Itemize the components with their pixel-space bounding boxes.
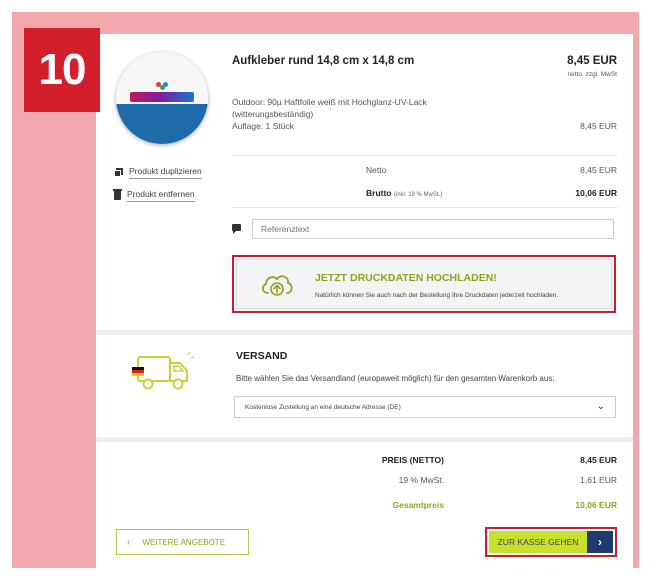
duplicate-product-link[interactable]: Produkt duplizieren — [114, 166, 202, 179]
section-separator — [96, 437, 633, 442]
netto-label: Netto — [366, 165, 387, 175]
trash-icon — [113, 189, 122, 200]
product-description: Outdoor: 90µ Haftfolie weiß mit Hochglan… — [232, 96, 492, 132]
quantity-line: Auflage: 1 Stück — [232, 121, 294, 131]
netto-value: 8,45 EUR — [580, 165, 617, 175]
remove-product-link[interactable]: Produkt entfernen — [113, 189, 195, 202]
shipping-country-select[interactable]: Kostenlose Zustellung an eine deutsche A… — [234, 396, 616, 418]
divider — [232, 207, 617, 208]
brutto-label-row: Brutto (inkl. 19 % MwSt.) — [366, 188, 442, 198]
shipping-text: Bitte wählen Sie das Versandland (europa… — [236, 374, 555, 383]
product-title: Aufkleber rund 14,8 cm x 14,8 cm — [232, 55, 415, 67]
cart-panel: Aufkleber rund 14,8 cm x 14,8 cm 8,45 EU… — [96, 34, 633, 572]
chevron-down-icon: ⌄ — [596, 401, 605, 412]
price-note: netto, zzgl. MwSt — [567, 71, 618, 78]
upload-title: JETZT DRUCKDATEN HOCHLADEN! — [315, 272, 497, 284]
upload-inner: JETZT DRUCKDATEN HOCHLADEN! Natürlich kö… — [236, 259, 612, 309]
comment-icon — [232, 224, 241, 234]
more-offers-label: WEITERE ANGEBOTE — [142, 537, 226, 547]
brutto-value: 10,06 EUR — [575, 188, 617, 198]
vat-value: 1,61 EUR — [580, 475, 617, 485]
product-image — [116, 52, 208, 144]
vat-label: 19 % MwSt. — [398, 475, 444, 485]
brutto-note: (inkl. 19 % MwSt.) — [393, 192, 443, 198]
total-value: 10,06 EUR — [575, 500, 617, 510]
delivery-truck-icon — [132, 351, 195, 390]
total-label: Gesamtpreis — [392, 500, 445, 510]
line-price: 8,45 EUR — [580, 121, 617, 131]
upload-print-data-box[interactable]: JETZT DRUCKDATEN HOCHLADEN! Natürlich kö… — [232, 255, 616, 313]
duplicate-label: Produkt duplizieren — [129, 166, 202, 179]
chevron-left-icon: ‹ — [127, 536, 131, 548]
more-offers-button[interactable]: ‹ WEITERE ANGEBOTE — [116, 529, 249, 555]
product-price: 8,45 EUR — [567, 55, 617, 67]
screenshot-frame: Aufkleber rund 14,8 cm x 14,8 cm 8,45 EU… — [12, 12, 639, 572]
description-line: (witterungsbeständig) — [232, 109, 314, 119]
brutto-label: Brutto — [366, 188, 392, 198]
reference-text-input[interactable] — [252, 219, 614, 239]
net-price-label: PREIS (NETTO) — [381, 455, 444, 465]
net-price-value: 8,45 EUR — [580, 455, 617, 465]
remove-label: Produkt entfernen — [127, 189, 195, 202]
divider — [232, 155, 617, 156]
selected-shipping-option: Kostenlose Zustellung an eine deutsche A… — [245, 403, 401, 411]
step-number-badge: 10 — [24, 28, 100, 112]
description-line: Outdoor: 90µ Haftfolie weiß mit Hochglan… — [232, 97, 427, 107]
checkout-label: ZUR KASSE GEHEN — [489, 531, 587, 553]
cloud-upload-icon — [261, 275, 293, 296]
duplicate-icon — [114, 168, 123, 177]
upload-subtitle: Natürlich können Sie auch nach der Beste… — [315, 292, 559, 299]
chevron-right-icon: › — [587, 531, 613, 553]
brand-logo — [130, 92, 194, 102]
shipping-title: VERSAND — [236, 350, 288, 362]
section-separator — [96, 330, 633, 335]
checkout-button[interactable]: ZUR KASSE GEHEN › — [485, 527, 617, 557]
